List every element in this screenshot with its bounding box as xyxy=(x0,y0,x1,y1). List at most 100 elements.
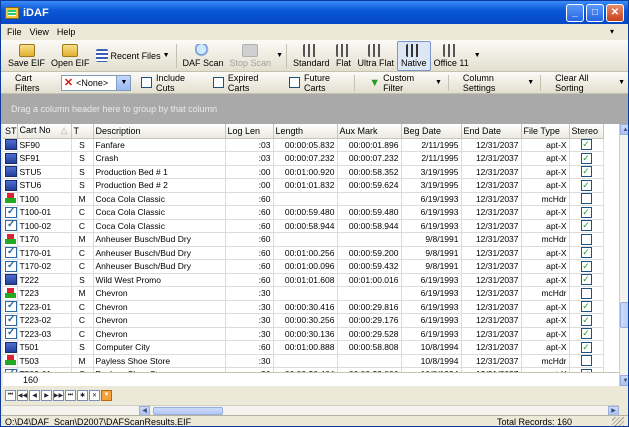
save-eif-button[interactable]: Save EIF xyxy=(5,41,48,71)
menu-view[interactable]: View xyxy=(30,27,49,37)
menu-help[interactable]: Help xyxy=(57,27,76,37)
scroll-down-icon[interactable]: ▼ xyxy=(620,375,628,386)
col-header-aux-mark[interactable]: Aux Mark xyxy=(337,124,402,139)
cart-filter-select[interactable]: ✕ <None> ▼ xyxy=(60,74,132,91)
vertical-scrollbar[interactable]: ▲ ▼ xyxy=(619,124,628,386)
cell-file-type: mcHdr xyxy=(521,286,570,301)
stereo-checkbox[interactable]: ✓ xyxy=(580,247,592,259)
column-settings-button[interactable]: Column Settings ▼ xyxy=(460,73,537,93)
list-icon xyxy=(95,49,108,62)
resize-grip-icon[interactable] xyxy=(612,416,624,426)
delete-record-icon[interactable]: ✕ xyxy=(89,389,100,401)
theme-office11-button[interactable]: Office 11 xyxy=(431,41,472,71)
insert-record-icon[interactable]: ✱ xyxy=(77,389,88,401)
cell-description: Anheuser Busch/Bud Dry xyxy=(93,259,226,274)
scroll-up-icon[interactable]: ▲ xyxy=(620,124,628,135)
table-row[interactable]: SF91 S Crash:03 00:00:07.232 00:00:07.232 2/1… xyxy=(3,151,604,166)
scroll-thumb[interactable] xyxy=(153,407,223,415)
table-row[interactable]: T223-01CChevron:3000:00:30.41600:00:29.8… xyxy=(3,300,604,314)
table-row[interactable]: T503 M Payless Shoe Store:30 10/8/1994 12/31… xyxy=(3,354,604,368)
col-header-length[interactable]: Length xyxy=(273,124,338,139)
theme-dropdown-icon[interactable]: ▼ xyxy=(474,52,481,59)
table-row[interactable]: T501 S Computer City:60 00:01:00.888 00:00:5… xyxy=(3,340,604,355)
table-row[interactable]: T100-01CCoca Cola Classic:6000:00:59.480… xyxy=(3,205,604,220)
stereo-checkbox[interactable] xyxy=(580,287,592,299)
daf-scan-button[interactable]: DAF Scan xyxy=(180,41,227,71)
table-row[interactable]: T100-02CCoca Cola Classic:6000:00:58.944… xyxy=(3,219,604,233)
table-row[interactable]: T170 M Anheuser Busch/Bud Dry:60 9/8/1991 12… xyxy=(3,232,604,247)
stereo-checkbox[interactable]: ✓ xyxy=(580,260,592,272)
table-row[interactable]: T223-02CChevron:3000:00:30.25600:00:29.1… xyxy=(3,313,604,328)
col-header-st[interactable]: ST xyxy=(3,124,18,139)
menu-file[interactable]: File xyxy=(7,27,22,37)
stereo-checkbox[interactable]: ✓ xyxy=(580,328,592,340)
stop-scan-button[interactable]: Stop Scan xyxy=(227,41,275,71)
cell-aux-mark: 00:00:07.232 xyxy=(337,151,402,166)
col-header-file-type[interactable]: File Type xyxy=(521,124,570,139)
table-row[interactable]: STU6 S Production Bed # 2:00 00:01:01.832 00… xyxy=(3,178,604,193)
table-row[interactable]: T223 M Chevron:30 6/19/1993 12/31/2037 mcHdr xyxy=(3,286,604,301)
stereo-checkbox[interactable]: ✓ xyxy=(580,139,592,151)
stereo-checkbox[interactable]: ✓ xyxy=(580,166,592,178)
stereo-checkbox[interactable]: ✓ xyxy=(580,152,592,164)
custom-filter-button[interactable]: ▼ Custom Filter ▼ xyxy=(366,73,445,93)
expired-carts-checkbox[interactable]: Expired Carts xyxy=(213,73,279,93)
table-row[interactable]: SF90 S Fanfare:03 00:00:05.832 00:00:01.896 2… xyxy=(3,138,604,152)
horizontal-scrollbar[interactable]: ◀ ▶ xyxy=(3,405,619,416)
title-bar[interactable]: iDAF _ □ ✕ xyxy=(1,1,628,24)
stereo-checkbox[interactable]: ✓ xyxy=(580,301,592,313)
stereo-checkbox[interactable] xyxy=(580,233,592,245)
col-header-type[interactable]: T xyxy=(71,124,94,139)
stereo-checkbox[interactable]: ✓ xyxy=(580,274,592,286)
col-header-end-date[interactable]: End Date xyxy=(461,124,522,139)
prev-record-icon[interactable]: ◀ xyxy=(29,389,40,401)
scroll-thumb[interactable] xyxy=(620,302,628,328)
cell-cart-no: T503 xyxy=(17,354,72,368)
cell-length: 00:00:30.256 xyxy=(273,313,338,328)
theme-flat-button[interactable]: Flat xyxy=(333,41,355,71)
stereo-checkbox[interactable]: ✓ xyxy=(580,220,592,232)
cell-description: Computer City xyxy=(93,340,226,355)
prev-page-icon[interactable]: ◀◀ xyxy=(17,389,28,401)
stereo-checkbox[interactable]: ✓ xyxy=(580,179,592,191)
stop-dropdown-icon[interactable]: ▼ xyxy=(276,52,283,59)
table-row[interactable]: T222 S Wild West Promo:60 00:01:01.608 00:01… xyxy=(3,273,604,287)
future-carts-checkbox[interactable]: Future Carts xyxy=(289,73,351,93)
table-row[interactable]: T170-02CAnheuser Busch/Bud Dry:6000:01:0… xyxy=(3,259,604,274)
menu-overflow-icon[interactable]: ▾ xyxy=(610,27,614,36)
clear-all-sorting-button[interactable]: Clear All Sorting ▼ xyxy=(552,73,628,93)
col-header-log-len[interactable]: Log Len xyxy=(225,124,274,139)
stereo-checkbox[interactable] xyxy=(580,355,592,367)
theme-native-button[interactable]: Native xyxy=(397,40,431,71)
group-by-panel[interactable]: Drag a column header here to group by th… xyxy=(1,94,628,124)
col-header-description[interactable]: Description xyxy=(93,124,226,139)
table-row[interactable]: T100 M Coca Cola Classic:60 6/19/1993 12/31/… xyxy=(3,192,604,206)
cell-type: C xyxy=(71,219,94,233)
scroll-right-icon[interactable]: ▶ xyxy=(608,405,619,416)
open-eif-button[interactable]: Open EIF xyxy=(48,41,93,71)
table-row[interactable]: T170-01CAnheuser Busch/Bud Dry:6000:01:0… xyxy=(3,246,604,260)
first-record-icon[interactable]: ⏮ xyxy=(5,389,16,401)
next-record-icon[interactable]: ▶ xyxy=(41,389,52,401)
next-page-icon[interactable]: ▶▶ xyxy=(53,389,64,401)
col-header-beg-date[interactable]: Beg Date xyxy=(401,124,462,139)
last-record-icon[interactable]: ⏭ xyxy=(65,389,76,401)
maximize-button[interactable]: □ xyxy=(586,3,604,22)
recent-files-button[interactable]: Recent Files ▼ xyxy=(93,41,173,71)
stereo-checkbox[interactable]: ✓ xyxy=(580,206,592,218)
stereo-checkbox[interactable]: ✓ xyxy=(580,314,592,326)
scroll-left-icon[interactable]: ◀ xyxy=(139,405,150,416)
filter-icon[interactable]: ▼ xyxy=(101,389,112,401)
theme-standard-button[interactable]: Standard xyxy=(290,41,333,71)
col-header-stereo[interactable]: Stereo xyxy=(569,124,604,139)
stereo-checkbox[interactable]: ✓ xyxy=(580,341,592,353)
include-cuts-checkbox[interactable]: Include Cuts xyxy=(141,73,203,93)
theme-ultra-flat-button[interactable]: Ultra Flat xyxy=(355,41,398,71)
close-button[interactable]: ✕ xyxy=(606,3,624,22)
minimize-button[interactable]: _ xyxy=(566,3,584,22)
table-row[interactable]: T223-03CChevron:3000:00:30.13600:00:29.5… xyxy=(3,327,604,341)
stereo-checkbox[interactable] xyxy=(580,193,592,205)
table-row[interactable]: STU5 S Production Bed # 1:00 00:01:00.920 00… xyxy=(3,165,604,179)
cut-status-icon xyxy=(5,260,16,272)
col-header-cart-no[interactable]: Cart No △ xyxy=(17,124,72,139)
